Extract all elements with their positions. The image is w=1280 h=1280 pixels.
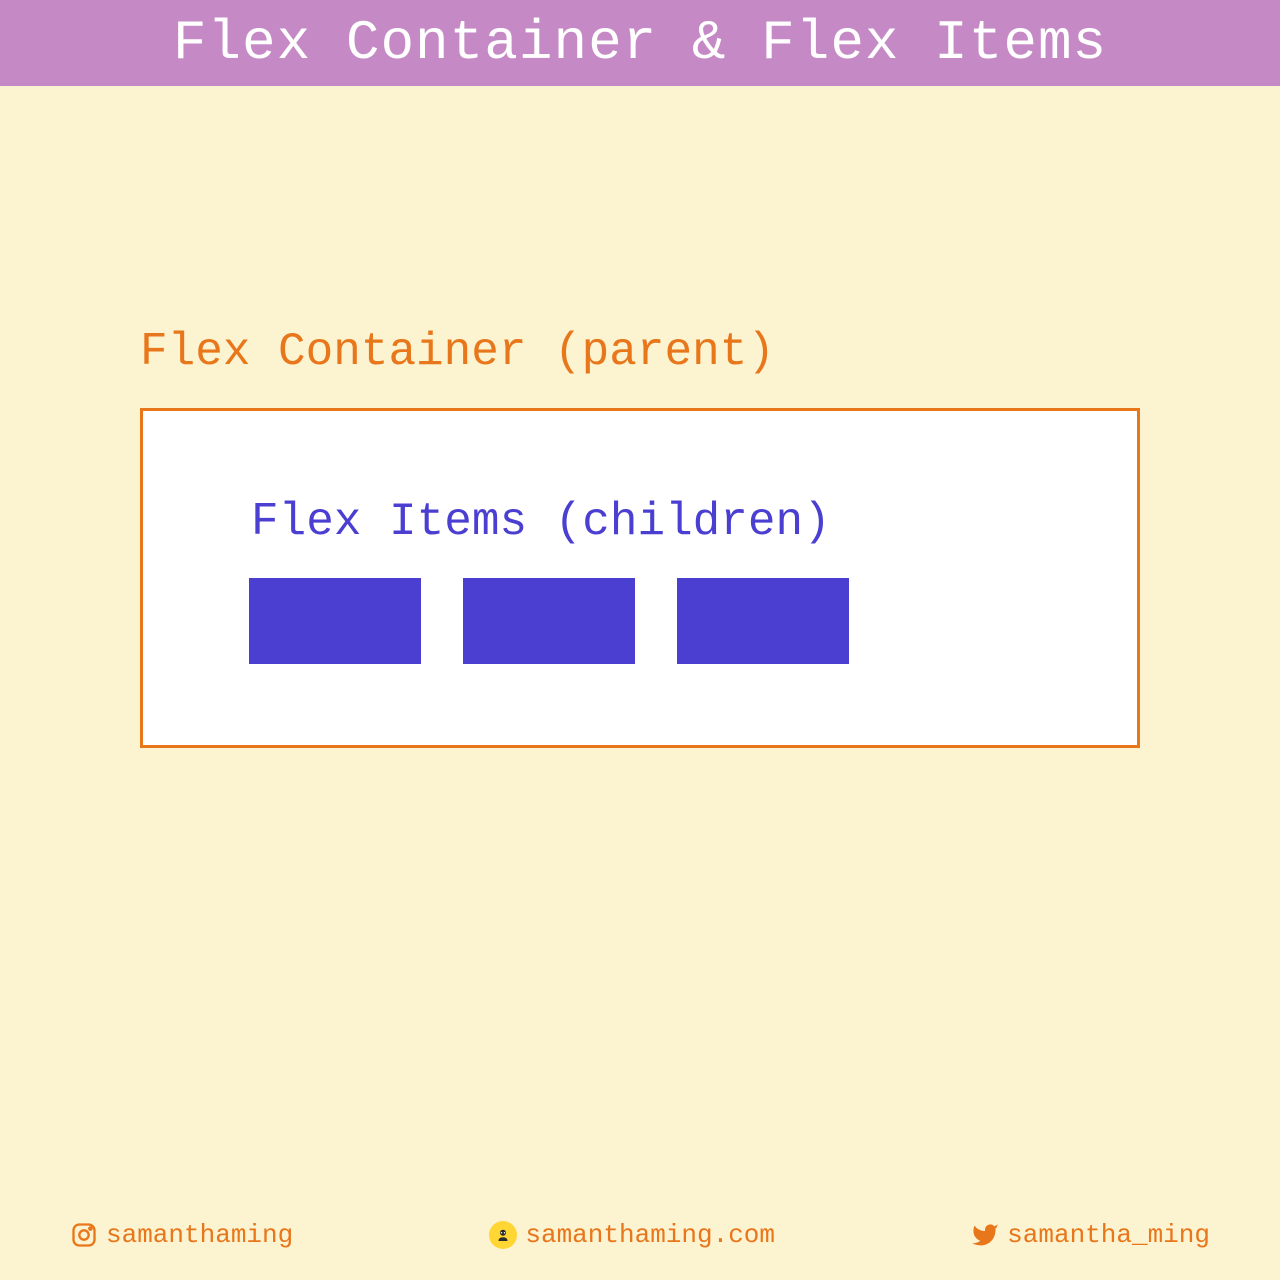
twitter-link[interactable]: samantha_ming <box>971 1220 1210 1250</box>
avatar-icon <box>489 1221 517 1249</box>
twitter-handle: samantha_ming <box>1007 1220 1210 1250</box>
flex-item <box>677 578 849 664</box>
header-bar: Flex Container & Flex Items <box>0 0 1280 86</box>
instagram-handle: samanthaming <box>106 1220 293 1250</box>
twitter-icon <box>971 1221 999 1249</box>
container-label: Flex Container (parent) <box>140 326 1140 378</box>
website-url: samanthaming.com <box>525 1220 775 1250</box>
footer: samanthaming samanthaming.com samantha_m… <box>0 1220 1280 1250</box>
flex-item <box>463 578 635 664</box>
website-link[interactable]: samanthaming.com <box>489 1220 775 1250</box>
instagram-icon <box>70 1221 98 1249</box>
flex-item <box>249 578 421 664</box>
page-title: Flex Container & Flex Items <box>173 11 1107 75</box>
main-content: Flex Container (parent) Flex Items (chil… <box>0 86 1280 748</box>
items-label: Flex Items (children) <box>251 496 1037 548</box>
instagram-link[interactable]: samanthaming <box>70 1220 293 1250</box>
flex-container-box: Flex Items (children) <box>140 408 1140 748</box>
flex-items-row <box>243 578 1037 664</box>
